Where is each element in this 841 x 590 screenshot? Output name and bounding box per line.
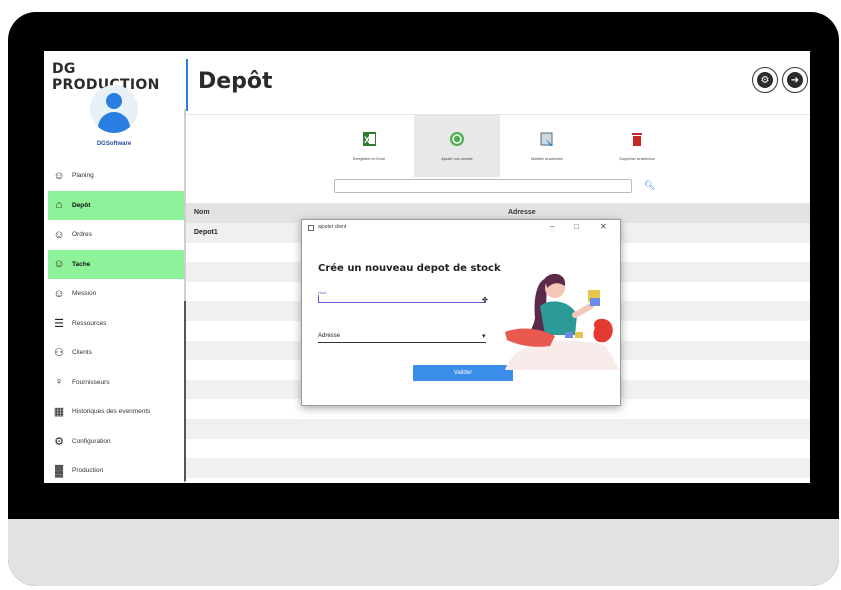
- table-row[interactable]: [186, 439, 810, 459]
- add-button[interactable]: Ajouter une donnée: [414, 115, 500, 177]
- sidebar-item-fournisseurs[interactable]: ♀ Fournisseurs: [48, 368, 184, 398]
- text-caret: [318, 295, 319, 302]
- minimize-icon[interactable]: –: [550, 222, 554, 231]
- adresse-field[interactable]: Adresse: [318, 333, 486, 343]
- toolbar-label: Supprimer la selection: [619, 157, 655, 161]
- location-pin-icon: ▾: [482, 333, 486, 340]
- sidebar-item-production[interactable]: ▓ Production: [48, 456, 184, 483]
- nom-label: Nom: [318, 290, 327, 295]
- toolbar-label: Ajouter une donnée: [441, 157, 473, 161]
- sidebar-item-label: Tache: [72, 260, 91, 268]
- group-icon: ⚇: [54, 347, 64, 360]
- toolbar-label: Enregistrer en Excel: [352, 157, 386, 161]
- sidebar-item-clients[interactable]: ⚇ Clients: [48, 338, 184, 368]
- dialog-title: ajouter client: [318, 224, 347, 230]
- search-icon[interactable]: 🔍︎: [644, 180, 655, 191]
- toolbar-label: Modifier la selection: [531, 157, 563, 161]
- sidebar-item-ordres[interactable]: ☺ Ordres: [48, 220, 184, 250]
- window-icon: [308, 225, 314, 231]
- maximize-icon[interactable]: □: [574, 222, 579, 231]
- sidebar-item-tache[interactable]: ☺ Tache: [48, 249, 184, 279]
- avatar[interactable]: [90, 85, 138, 133]
- sidebar-item-planing[interactable]: ☺ Planing: [48, 161, 184, 191]
- column-header-nom[interactable]: Nom: [194, 209, 210, 216]
- person-icon: ☺: [53, 287, 65, 300]
- add-icon: [450, 132, 464, 146]
- sidebar-item-depot[interactable]: ⌂ Depôt: [48, 190, 184, 220]
- add-depot-dialog: ajouter client – □ ✕ Crée un nouveau dep…: [301, 219, 621, 406]
- trash-icon: [632, 133, 642, 146]
- logout-icon: ➜: [787, 72, 803, 88]
- tag-icon: ✤: [482, 297, 488, 304]
- sidebar: DG PRODUCTION DGSoftware ☺ Planing ⌂ Dep…: [44, 51, 184, 483]
- sidebar-item-label: Fournisseurs: [72, 378, 110, 386]
- settings-button[interactable]: ⚙: [752, 67, 778, 93]
- sidebar-item-label: Ressources: [72, 319, 107, 327]
- factory-icon: ▓: [54, 464, 64, 477]
- person-icon: ☺: [53, 169, 65, 182]
- edit-icon: [540, 132, 553, 146]
- sidebar-item-label: Planing: [72, 172, 94, 180]
- woman-illustration: [505, 273, 620, 370]
- edit-button[interactable]: Modifier la selection: [504, 115, 590, 177]
- calendar-icon: ▦: [53, 406, 65, 419]
- device-chin: [8, 519, 839, 586]
- sidebar-item-label: Configuration: [72, 437, 111, 445]
- sidebar-item-label: Clients: [72, 349, 92, 357]
- sidebar-item-configuration[interactable]: ⚙ Configuration: [48, 427, 184, 457]
- device-frame: DG PRODUCTION DGSoftware ☺ Planing ⌂ Dep…: [8, 12, 839, 586]
- company-name: DGSoftware: [96, 141, 132, 147]
- page-title: Depôt: [198, 69, 273, 94]
- table-cell: Depot1: [194, 229, 218, 236]
- dialog-heading: Crée un nouveau depot de stock: [318, 263, 501, 274]
- nom-field[interactable]: Nom: [318, 290, 486, 303]
- table-row[interactable]: [186, 458, 810, 478]
- person-icon: ☺: [53, 228, 65, 241]
- sidebar-item-ressources[interactable]: ☰ Ressources: [48, 309, 184, 339]
- list-icon: ☰: [54, 317, 64, 330]
- sidebar-item-mession[interactable]: ☺ Mession: [48, 279, 184, 309]
- sidebar-nav: ☺ Planing ⌂ Depôt ☺ Ordres ☺ Tache ☺ Mes…: [48, 161, 184, 483]
- sidebar-item-label: Depôt: [72, 201, 91, 209]
- gear-icon: ⚙: [757, 72, 773, 88]
- excel-icon: X: [363, 132, 376, 146]
- sidebar-item-label: Production: [72, 467, 104, 475]
- close-icon[interactable]: ✕: [600, 222, 607, 231]
- sidebar-item-label: Mession: [72, 290, 97, 298]
- dialog-titlebar[interactable]: ajouter client – □ ✕: [302, 220, 620, 236]
- warehouse-icon: ⌂: [55, 199, 63, 212]
- export-excel-button[interactable]: X Enregistrer en Excel: [326, 115, 412, 177]
- sidebar-item-label: Historiques des evenments: [72, 408, 151, 416]
- person-outline-icon: ♀: [54, 376, 64, 389]
- search-input[interactable]: [334, 179, 632, 193]
- sidebar-item-label: Ordres: [72, 231, 92, 239]
- person-icon: ☺: [53, 258, 65, 271]
- toolbar: X Enregistrer en Excel Ajouter une donné…: [186, 115, 810, 177]
- gear-icon: ⚙: [54, 435, 64, 448]
- page-header: Depôt ⚙ ➜: [186, 51, 810, 115]
- table-row[interactable]: [186, 418, 810, 439]
- svg-text:X: X: [364, 135, 370, 145]
- app-window: DG PRODUCTION DGSoftware ☺ Planing ⌂ Dep…: [44, 51, 810, 483]
- delete-button[interactable]: Supprimer la selection: [594, 115, 680, 177]
- column-header-adresse[interactable]: Adresse: [508, 209, 536, 216]
- title-accent: [186, 59, 188, 111]
- adresse-label: Adresse: [318, 333, 341, 339]
- sidebar-item-historiques[interactable]: ▦ Historiques des evenments: [48, 397, 184, 427]
- logout-button[interactable]: ➜: [782, 67, 808, 93]
